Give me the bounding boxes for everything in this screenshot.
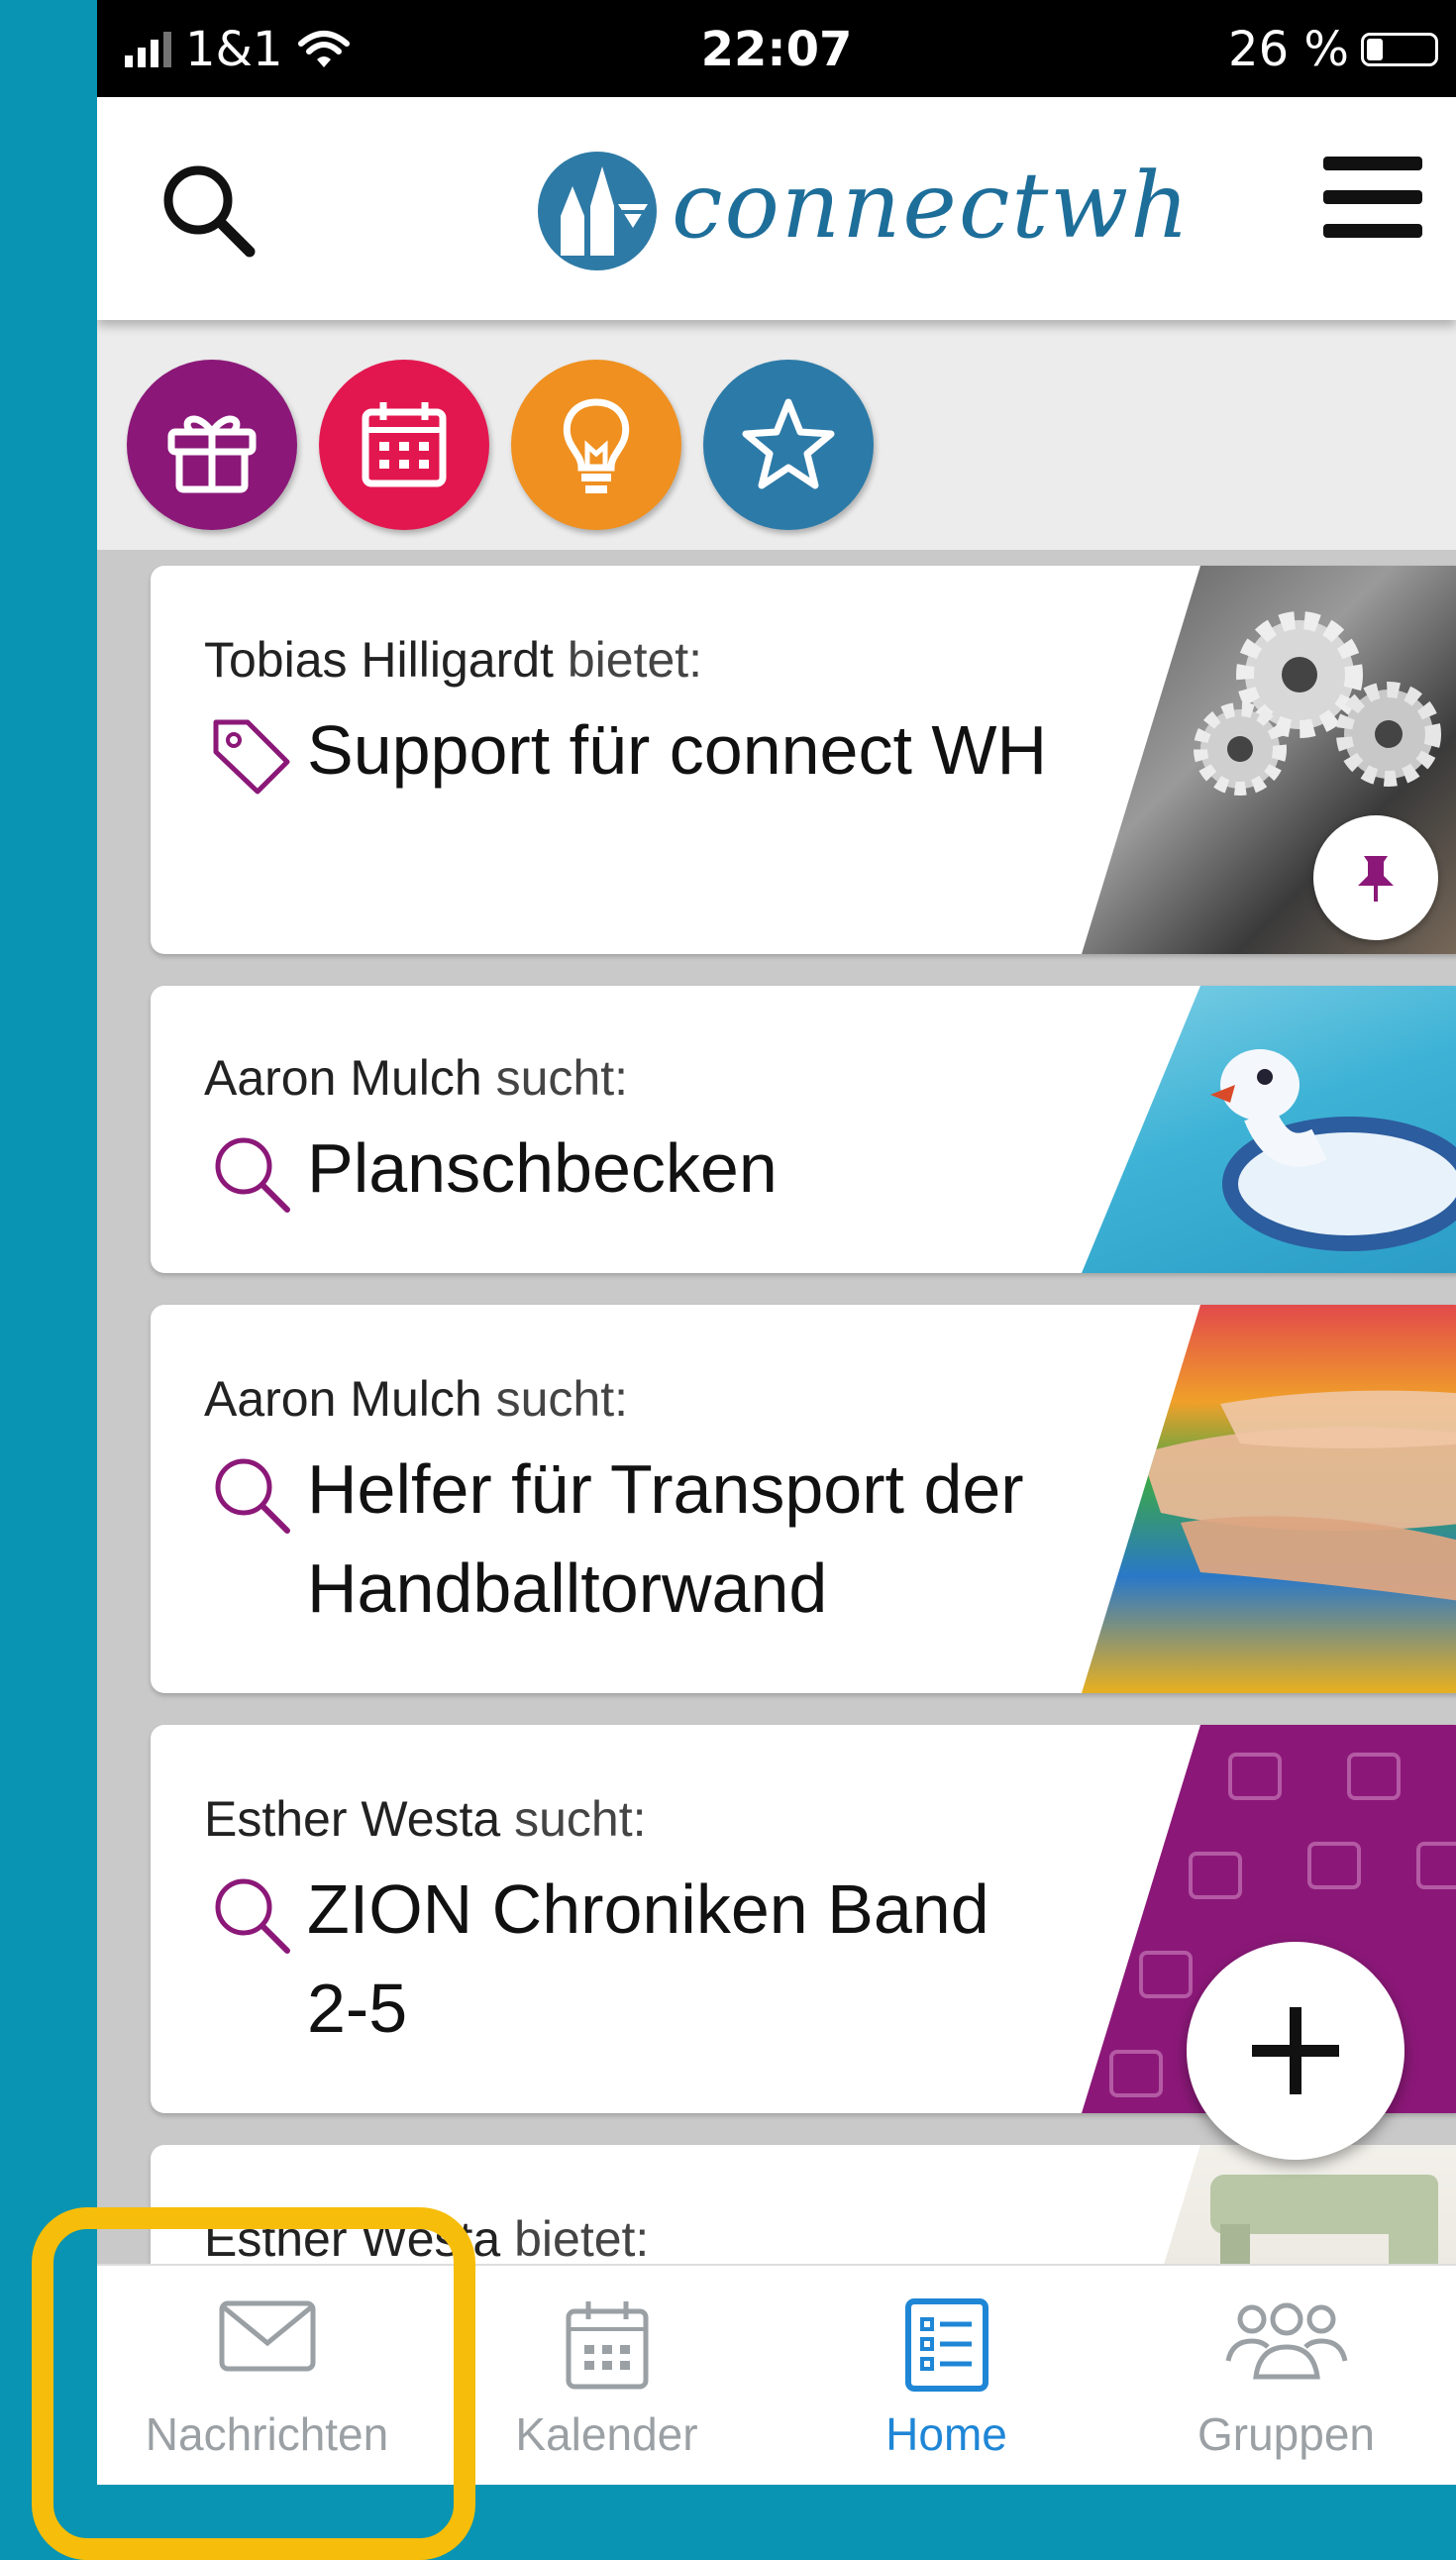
app-screen: 1&1 22:07 26 % connectwh Tobias Hilligar… [97,0,1456,2485]
card-role: sucht: [495,1050,629,1106]
gift-icon [167,415,257,493]
plus-icon [1252,2007,1339,2094]
tab-home[interactable]: Home [777,2266,1116,2485]
search-icon [215,1458,290,1534]
church-icon [538,152,657,270]
status-right: 26 % [1228,22,1438,77]
card-author: Esther Westa sucht: [204,1790,647,1848]
card-title: Support für connect WH [307,711,1047,789]
tab-kalender[interactable]: Kalender [437,2266,777,2485]
author-name: Aaron Mulch [204,1371,482,1427]
app-logo[interactable]: connectwh [533,147,1189,275]
logo-wordmark: connectwh [672,153,1192,259]
pinned-badge [1313,815,1438,940]
hands-photo [1082,1305,1456,1693]
sewing-machine-icon [1210,2175,1438,2264]
sewing-machine-photo [1082,2145,1456,2264]
category-gift-button[interactable] [127,360,297,530]
card-title: Helfer für Transport der Handballtorwand [307,1450,1024,1627]
author-name: Tobias Hilligardt [204,632,554,688]
card-author: Tobias Hilligardt bietet: [204,631,702,689]
card-title: ZION Chroniken Band 2-5 [307,1870,989,2047]
author-name: Esther Westa [204,1791,501,1847]
tab-label: Gruppen [1196,2408,1375,2460]
card-title: Planschbecken [307,1129,778,1207]
battery-label: 26 % [1228,22,1349,77]
card-author: Aaron Mulch sucht: [204,1049,628,1107]
battery-icon [1361,33,1438,66]
card-role: sucht: [514,1791,647,1847]
search-icon [215,1137,290,1213]
category-calendar-button[interactable] [319,360,489,530]
tab-gruppen[interactable]: Gruppen [1116,2266,1456,2485]
list-icon [904,2298,988,2392]
category-idea-button[interactable] [511,360,681,530]
calendar-icon [566,2301,648,2390]
tag-icon [213,719,290,795]
status-bar: 1&1 22:07 26 % [97,0,1456,97]
category-favorites-button[interactable] [703,360,874,530]
list-item[interactable]: Aaron Mulch sucht: Helfer für Transport … [151,1305,1456,1693]
category-strip [97,320,1456,550]
hamburger-menu-icon[interactable] [1323,147,1432,256]
lightbulb-icon [563,398,630,493]
author-name: Aaron Mulch [204,1050,482,1106]
tab-label: Kalender [515,2408,698,2460]
search-icon[interactable] [155,157,263,266]
highlight-box [32,2207,475,2560]
tab-label: Home [885,2408,1007,2460]
add-entry-button[interactable] [1187,1942,1404,2160]
card-role: bietet: [567,632,703,688]
search-icon [215,1878,290,1954]
list-item[interactable]: Tobias Hilligardt bietet: Support für co… [151,566,1456,954]
app-header: connectwh [97,97,1456,320]
pin-icon [1358,856,1394,902]
list-item[interactable]: Aaron Mulch sucht: Planschbecken [151,986,1456,1273]
hands-icon [1141,1390,1456,1602]
pool-float-photo [1082,986,1456,1273]
card-role: bietet: [514,2211,650,2264]
group-icon [1225,2302,1347,2380]
calendar-icon [362,402,447,487]
card-role: sucht: [495,1371,629,1427]
card-author: Aaron Mulch sucht: [204,1370,628,1428]
duck-float-icon [1210,1049,1456,1251]
star-icon [742,398,835,489]
